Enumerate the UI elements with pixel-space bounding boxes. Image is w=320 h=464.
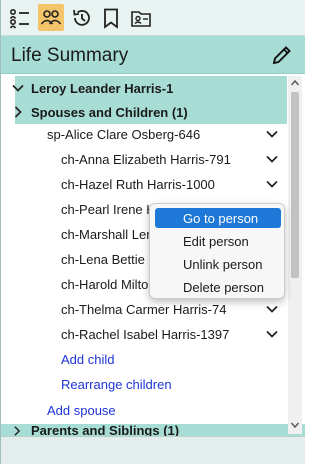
- chevron-down-icon[interactable]: [265, 152, 279, 166]
- menu-item-edit-person[interactable]: Edit person: [155, 231, 281, 251]
- tree-child-row[interactable]: ch-Hazel Ruth Harris-1000: [61, 172, 215, 196]
- person-name: Leroy Leander Harris-1: [31, 80, 174, 96]
- child-name: ch-Thelma Carmer Harris-74: [61, 301, 227, 317]
- tree-person-row[interactable]: Leroy Leander Harris-1: [15, 76, 287, 100]
- child-name: ch-Harold Milton: [61, 276, 156, 292]
- history-icon[interactable]: [69, 4, 95, 31]
- tree-child-row[interactable]: ch-Anna Elizabeth Harris-791: [61, 147, 231, 171]
- add-spouse-link[interactable]: Add spouse: [47, 398, 116, 422]
- chevron-down-icon[interactable]: [265, 327, 279, 341]
- chevron-down-icon[interactable]: [265, 302, 279, 316]
- rearrange-children-link[interactable]: Rearrange children: [61, 372, 172, 396]
- tree-spouse-row[interactable]: sp-Alice Clare Osberg-646: [47, 122, 200, 146]
- context-menu: Go to person Edit person Unlink person D…: [149, 203, 285, 299]
- child-name: ch-Pearl Irene Ha: [61, 201, 163, 217]
- spouses-section-label: Spouses and Children (1): [31, 104, 188, 120]
- chevron-down-icon[interactable]: [265, 127, 279, 141]
- panel-header: Life Summary: [1, 36, 305, 74]
- vertical-scrollbar[interactable]: [288, 76, 302, 434]
- tree-child-row[interactable]: ch-Marshall Lero: [61, 222, 158, 246]
- page-title: Life Summary: [11, 45, 129, 66]
- add-child-link[interactable]: Add child: [61, 347, 114, 371]
- life-summary-panel: Life Summary Leroy Leander Harris-1 Spou…: [0, 0, 305, 464]
- toolbar: [1, 0, 305, 36]
- people-icon[interactable]: [38, 4, 64, 31]
- tree-child-row[interactable]: ch-Lena Bettie H: [61, 247, 158, 271]
- tree-child-row[interactable]: ch-Harold Milton: [61, 272, 156, 296]
- contact-card-icon[interactable]: [128, 4, 154, 31]
- tree-child-row[interactable]: ch-Thelma Carmer Harris-74: [61, 297, 226, 321]
- scroll-down-icon[interactable]: [290, 420, 300, 430]
- chevron-down-icon[interactable]: [265, 177, 279, 191]
- edit-pencil-icon[interactable]: [271, 44, 293, 66]
- list-icon[interactable]: [7, 4, 33, 31]
- menu-item-go-to-person[interactable]: Go to person: [155, 208, 281, 228]
- child-name: ch-Anna Elizabeth Harris-791: [61, 151, 231, 167]
- chevron-down-icon[interactable]: [11, 81, 25, 95]
- tree-spouses-section[interactable]: Spouses and Children (1): [15, 100, 287, 124]
- spouse-name: sp-Alice Clare Osberg-646: [47, 126, 201, 142]
- tree-child-row[interactable]: ch-Pearl Irene Ha: [61, 197, 163, 221]
- tree-child-row[interactable]: ch-Rachel Isabel Harris-1397: [61, 322, 229, 346]
- bookmark-icon[interactable]: [98, 4, 124, 31]
- chevron-right-icon[interactable]: [11, 105, 25, 119]
- menu-item-delete-person[interactable]: Delete person: [155, 277, 281, 297]
- scroll-up-icon[interactable]: [290, 78, 300, 88]
- child-name: ch-Lena Bettie H: [61, 251, 158, 267]
- child-name: ch-Hazel Ruth Harris-1000: [61, 176, 215, 192]
- scroll-thumb[interactable]: [291, 92, 299, 278]
- child-name: ch-Marshall Lero: [61, 226, 158, 242]
- status-bar: [1, 436, 305, 464]
- child-name: ch-Rachel Isabel Harris-1397: [61, 326, 230, 342]
- menu-item-unlink-person[interactable]: Unlink person: [155, 254, 281, 274]
